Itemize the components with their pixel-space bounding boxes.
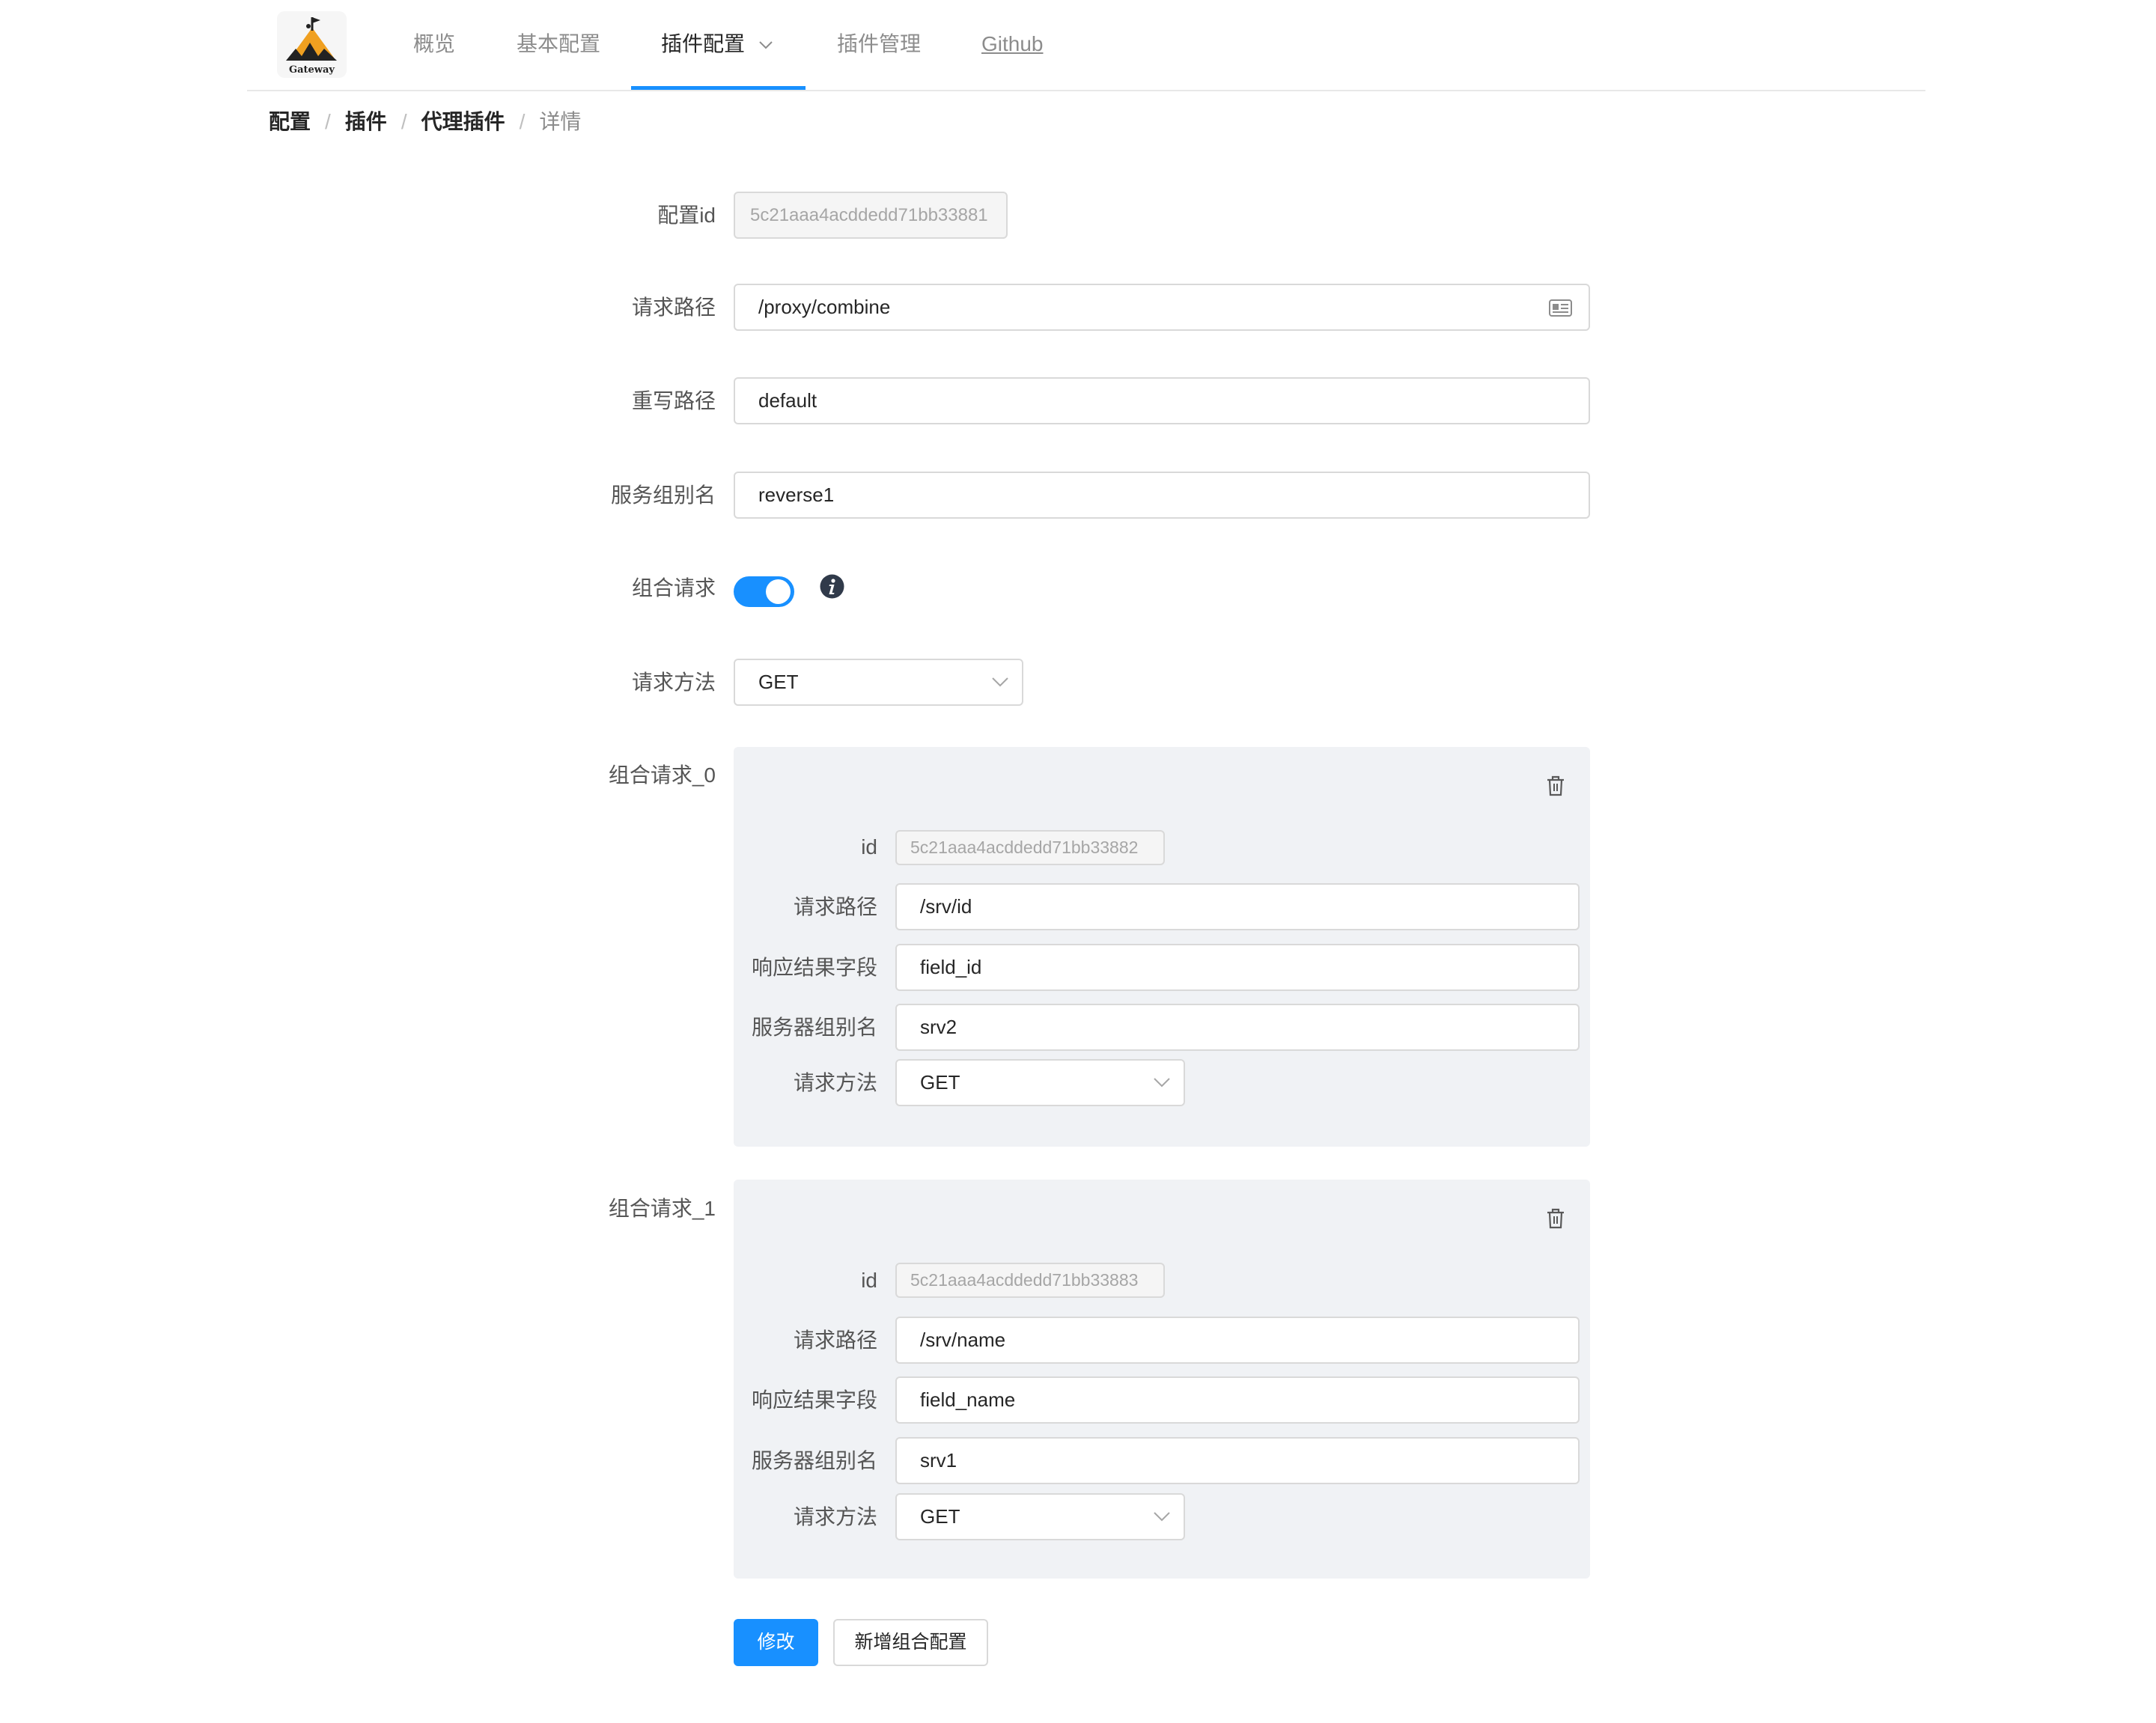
combo-panel-1: id 请求路径 响应结果字段 服务器组别名 请求方法 GET [734,1180,1590,1579]
breadcrumb: 配置 / 插件 / 代理插件 / 详情 [269,105,581,139]
breadcrumb-item-detail: 详情 [539,110,582,133]
request-method-select[interactable]: GET [734,659,1023,706]
request-method-value: GET [758,671,799,693]
combo-1-path-label: 请求路径 [793,1329,877,1352]
request-path-label: 请求路径 [631,296,716,319]
combo-0-path-label: 请求路径 [793,895,877,918]
config-id-field [734,192,1008,239]
nav-item-plugin-config-label: 插件配置 [661,32,746,55]
combo-1-label: 组合请求_1 [608,1197,716,1220]
combo-0-label: 组合请求_0 [608,763,716,787]
request-path-input[interactable] [734,284,1590,331]
request-method-label: 请求方法 [631,671,716,694]
logo-text: Gateway [289,64,335,76]
breadcrumb-item-proxy-plugin[interactable]: 代理插件 [421,105,505,139]
nav-item-overview[interactable]: 概览 [413,27,455,61]
trash-icon[interactable] [1547,775,1565,796]
nav-item-github[interactable]: Github [981,27,1044,61]
combo-0-method-label: 请求方法 [793,1071,877,1094]
chevron-down-icon [1154,1512,1170,1522]
nav-item-basic-config[interactable]: 基本配置 [517,27,600,61]
combo-1-path-input[interactable] [895,1317,1580,1364]
combo-0-method-value: GET [920,1071,960,1094]
combo-1-group-label: 服务器组别名 [751,1449,877,1472]
nav-item-plugin-management[interactable]: 插件管理 [837,27,921,61]
app-logo[interactable]: Gateway [277,11,347,78]
combo-1-field-input[interactable] [895,1376,1580,1424]
combo-0-field-input[interactable] [895,944,1580,991]
combo-0-id-label: id [861,835,877,859]
combo-panel-0: id 请求路径 响应结果字段 服务器组别名 请求方法 GET [734,747,1590,1147]
config-id-label: 配置id [657,204,716,227]
trash-icon[interactable] [1547,1208,1565,1229]
info-icon[interactable] [820,574,844,599]
combo-0-field-label: 响应结果字段 [751,956,877,979]
combo-0-group-label: 服务器组别名 [751,1016,877,1039]
nav-item-plugin-config[interactable]: 插件配置 [661,27,745,61]
submit-button[interactable]: 修改 [734,1619,818,1666]
chevron-down-icon[interactable] [759,40,773,49]
service-group-label: 服务组别名 [610,484,716,507]
combine-request-toggle[interactable] [734,576,794,607]
combo-0-id-field [895,830,1165,865]
breadcrumb-separator: / [519,110,526,133]
breadcrumb-separator: / [401,110,407,133]
breadcrumb-item-config[interactable]: 配置 [269,105,311,139]
combo-1-field-label: 响应结果字段 [751,1388,877,1412]
chevron-down-icon [1154,1078,1170,1088]
combo-1-method-select[interactable]: GET [895,1493,1185,1540]
breadcrumb-separator: / [325,110,331,133]
header-divider [247,90,1925,91]
service-group-input[interactable] [734,472,1590,519]
rewrite-path-label: 重写路径 [631,389,716,412]
combo-0-method-select[interactable]: GET [895,1059,1185,1106]
combo-1-group-input[interactable] [895,1437,1580,1484]
id-card-icon[interactable] [1549,299,1572,317]
chevron-down-icon [992,677,1008,687]
combo-1-id-field [895,1263,1165,1298]
breadcrumb-item-plugin[interactable]: 插件 [345,105,387,139]
combo-1-method-label: 请求方法 [793,1505,877,1528]
combo-0-path-input[interactable] [895,883,1580,930]
rewrite-path-input[interactable] [734,377,1590,424]
add-combo-button[interactable]: 新增组合配置 [833,1619,988,1666]
combo-1-method-value: GET [920,1505,960,1528]
combo-1-id-label: id [861,1269,877,1292]
combo-0-group-input[interactable] [895,1004,1580,1051]
combine-request-label: 组合请求 [631,576,716,600]
toggle-knob [766,579,791,604]
